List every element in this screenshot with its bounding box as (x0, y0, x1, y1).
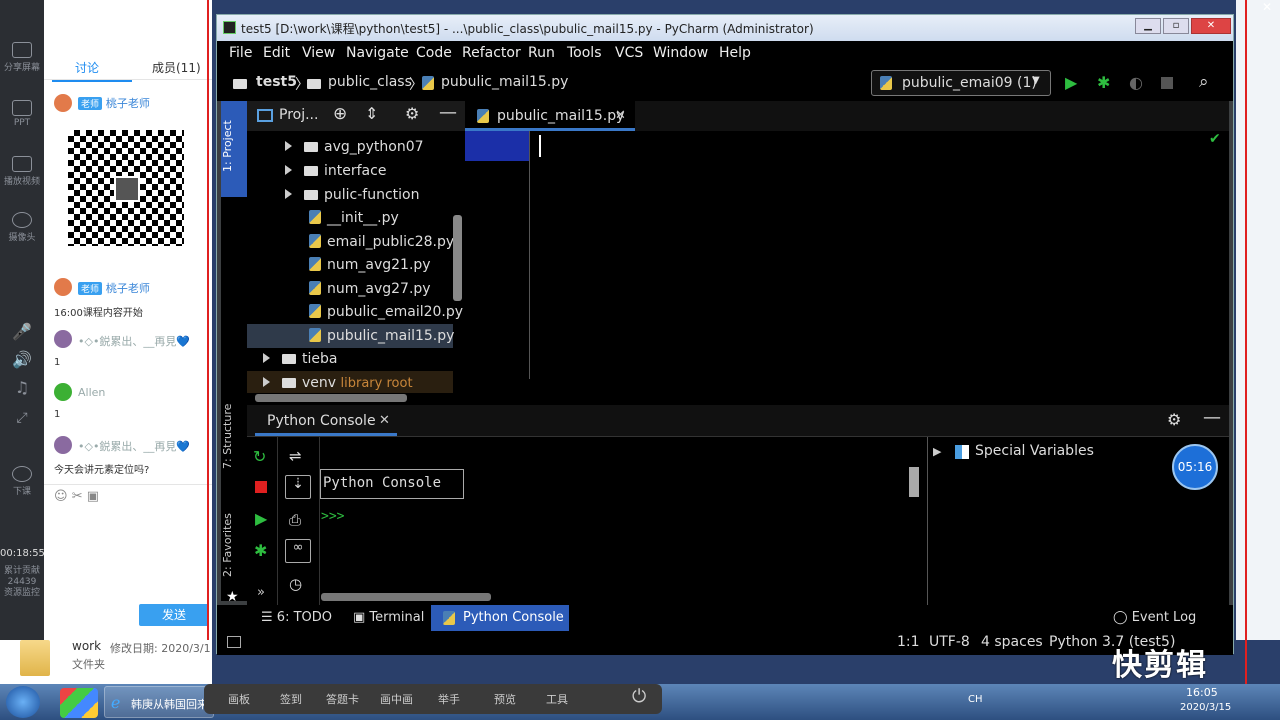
language-indicator[interactable]: CH (968, 694, 983, 705)
send-button[interactable]: 发送 (139, 604, 209, 626)
explorer-name[interactable]: work (72, 639, 101, 653)
tab-discussion[interactable]: 讨论 (75, 59, 99, 76)
sender-name: •◇•鋭累出、__再見💙 (78, 440, 191, 453)
stat-value: 24439 (7, 577, 37, 587)
chrome-icon[interactable] (60, 688, 98, 718)
end-class-label: 下课 (12, 487, 31, 497)
watermark: 快剪辑 (1112, 648, 1208, 683)
message-text: 1 (54, 357, 61, 368)
clock-time: 16:05 (1186, 686, 1218, 699)
mic-icon[interactable]: 🎤 (0, 322, 44, 341)
image-icon[interactable]: ▣ (87, 489, 99, 504)
avatar (54, 278, 72, 296)
avatar (54, 330, 72, 348)
message-header: 老师 桃子老师 (78, 280, 150, 296)
share-screen-label: 分享屏幕 (3, 63, 40, 73)
resource-monitor: 资源监控 (3, 588, 40, 598)
toolbar-preview[interactable]: 预览 (494, 691, 516, 707)
chat-panel: 讨论 成员(11) 老师 桃子老师 老师 桃子老师 16:00课程内容开始 •◇… (44, 0, 212, 640)
ppt-button[interactable]: PPT (0, 100, 44, 128)
clock-date: 2020/3/15 (1180, 702, 1232, 713)
qr-avatar (114, 176, 140, 202)
video-icon (12, 156, 32, 172)
toolbar-pip[interactable]: 画中画 (380, 691, 413, 707)
power-icon[interactable]: ⏻ (632, 686, 646, 707)
toolbar-tools[interactable]: 工具 (546, 691, 568, 707)
explorer-kind: 文件夹 (72, 658, 105, 671)
message-text: 16:00课程内容开始 (54, 308, 143, 319)
toolbar-checkin[interactable]: 签到 (280, 691, 302, 707)
camera-button[interactable]: 摄像头 (0, 212, 44, 243)
video-label: 播放视频 (3, 177, 40, 187)
chat-left-bar: 分享屏幕 PPT 播放视频 摄像头 🎤 🔊 ♫ ⤢ 下课 00:18:55 累计… (0, 0, 45, 640)
tab-members[interactable]: 成员(11) (152, 59, 201, 76)
folder-icon (20, 640, 50, 676)
qr-code (64, 126, 188, 250)
sender-name: 桃子老师 (105, 97, 150, 110)
chat-input-toolbar: ☺ ✂ ▣ (44, 484, 212, 510)
tab-underline (52, 80, 132, 82)
message-header: 老师 桃子老师 (78, 95, 150, 111)
ie-task-label: 韩庚从韩国回来 (131, 698, 208, 711)
toolbar-answer-card[interactable]: 答题卡 (326, 691, 359, 707)
sender-name: Allen (78, 386, 106, 399)
fullscreen-icon[interactable]: ⤢ (0, 410, 44, 426)
recording-frame (207, 0, 1247, 688)
ppt-icon (12, 100, 32, 116)
ie-icon: ℯ (111, 693, 121, 712)
speaker-icon[interactable]: 🔊 (0, 350, 44, 369)
avatar (54, 383, 72, 401)
close-icon[interactable]: ✕ (1262, 0, 1280, 14)
share-screen-button[interactable]: 分享屏幕 (0, 42, 44, 73)
explorer-modified: 修改日期: 2020/3/1 (110, 642, 211, 655)
teacher-badge: 老师 (78, 282, 103, 295)
end-class-button[interactable]: 下课 (0, 466, 44, 497)
emoji-icon[interactable]: ☺ (54, 489, 68, 504)
toolbar-raise-hand[interactable]: 举手 (438, 691, 460, 707)
chat-tabs: 讨论 成员(11) (44, 28, 212, 82)
power-icon (12, 466, 32, 482)
message-text: 1 (54, 409, 61, 420)
explorer-item: work 修改日期: 2020/3/1 文件夹 (0, 639, 212, 684)
class-toolbar: 画板 签到 答题卡 画中画 举手 预览 工具 ⏻ (204, 684, 662, 714)
avatar (54, 94, 72, 112)
sender-name: 桃子老师 (105, 282, 150, 295)
camera-label: 摄像头 (8, 233, 36, 243)
video-button[interactable]: 播放视频 (0, 156, 44, 187)
class-timer: 00:18:55 (0, 548, 45, 559)
stats: 累计贡献 24439 资源监控 (0, 566, 44, 599)
ppt-label: PPT (13, 118, 31, 128)
start-button[interactable] (6, 686, 40, 718)
music-icon[interactable]: ♫ (0, 378, 44, 397)
stat-label: 累计贡献 (3, 566, 40, 576)
ie-task[interactable]: ℯ 韩庚从韩国回来 (104, 686, 214, 718)
share-screen-icon (12, 42, 32, 58)
message-text: 今天会讲元素定位吗? (54, 465, 150, 476)
teacher-badge: 老师 (78, 97, 103, 110)
avatar (54, 436, 72, 454)
camera-icon (12, 212, 32, 228)
sender-name: •◇•鋭累出、__再見💙 (78, 335, 191, 348)
scissors-icon[interactable]: ✂ (72, 489, 83, 504)
toolbar-whiteboard[interactable]: 画板 (228, 691, 250, 707)
